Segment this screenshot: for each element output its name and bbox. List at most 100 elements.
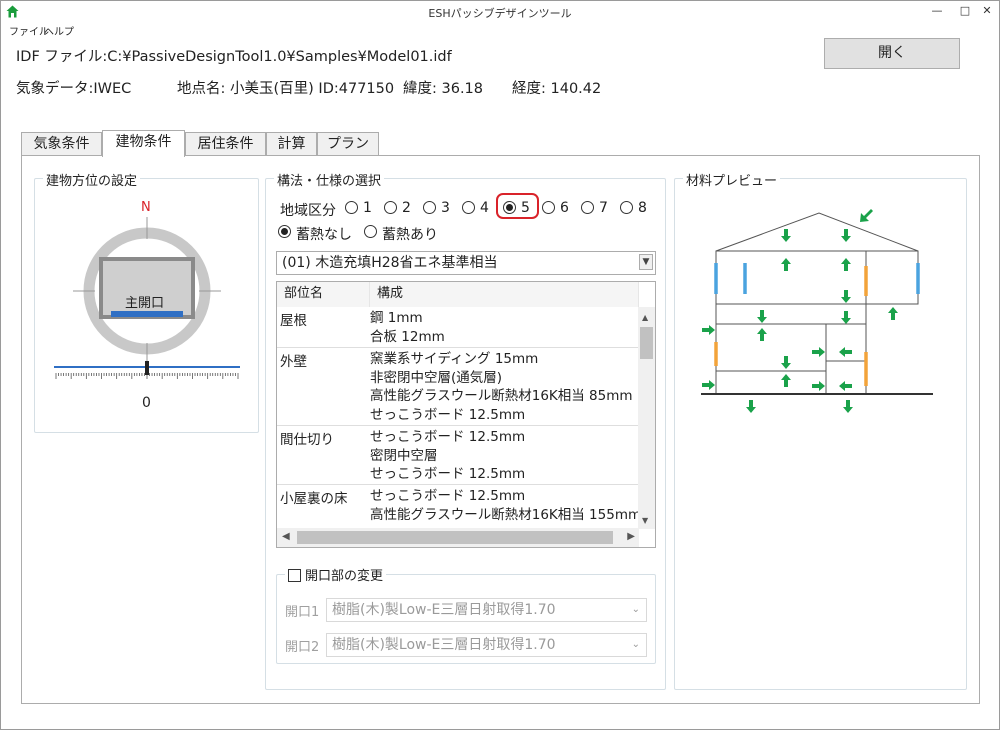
chevron-down-icon: ⌄ — [631, 639, 640, 650]
opening2-label: 開口2 — [285, 640, 320, 655]
open-button[interactable]: 開く — [824, 38, 960, 69]
opening2-select-value: 樹脂(木)製Low-E三層日射取得1.70 — [332, 637, 556, 653]
row-composition: 窯業系サイディング 15mm 非密閉中空層(通気層) 高性能グラスウール断熱材1… — [370, 350, 633, 424]
layer: 合板 12mm — [370, 328, 445, 345]
title-bar: ESHパッシブデザインツール — □ ✕ — [1, 1, 999, 23]
tab-living[interactable]: 居住条件 — [185, 132, 266, 156]
location-info: 地点名: 小美玉(百里) ID:477150 — [177, 81, 395, 97]
opening1-label: 開口1 — [285, 605, 320, 620]
layer: せっこうボード 12.5mm — [370, 466, 526, 482]
idf-file-info: IDF ファイル:C:¥PassiveDesignTool1.0¥Samples… — [16, 45, 452, 66]
layer: せっこうボード 12.5mm — [370, 406, 526, 423]
chevron-down-icon: ⌄ — [631, 604, 640, 615]
region-radio-6-label: 6 — [560, 200, 569, 216]
construction-table: 部位名 構成 屋根 鋼 1mm 合板 12mm 外壁 窯業系サイディング 15m… — [276, 281, 656, 548]
storage-yes-label: 蓄熱あり — [382, 227, 438, 243]
table-horizontal-scrollbar[interactable]: ◀ ▶ — [277, 528, 639, 547]
storage-none-radio[interactable] — [278, 225, 291, 238]
table-header-part: 部位名 — [277, 282, 370, 307]
region-radio-6[interactable] — [542, 201, 555, 214]
slider-thumb[interactable] — [145, 361, 149, 375]
scroll-up-icon[interactable]: ▲ — [642, 313, 648, 322]
spec-select-value: (01) 木造充填H28省エネ基準相当 — [282, 255, 498, 271]
weather-data-value: IWEC — [93, 81, 132, 97]
region-radio-4[interactable] — [462, 201, 475, 214]
orientation-slider[interactable] — [54, 360, 240, 380]
close-button[interactable]: ✕ — [973, 1, 1000, 21]
row-composition: せっこうボード 12.5mm 密閉中空層 せっこうボード 12.5mm — [370, 428, 525, 484]
menu-help[interactable]: ヘルプ — [44, 23, 74, 38]
latitude-info: 緯度: 36.18 — [403, 81, 484, 97]
row-part: 間仕切り — [280, 432, 334, 448]
region-radio-5-label: 5 — [521, 200, 530, 216]
window-title: ESHパッシブデザインツール — [428, 7, 572, 20]
minimize-button[interactable]: — — [923, 1, 951, 21]
region-radio-2-label: 2 — [402, 200, 411, 216]
app-window: ESHパッシブデザインツール — □ ✕ ファイル ヘルプ IDF ファイル:C… — [0, 0, 1000, 730]
idf-file-path: C:¥PassiveDesignTool1.0¥Samples¥Model01.… — [107, 49, 452, 65]
tab-weather[interactable]: 気象条件 — [21, 132, 102, 156]
table-header-composition: 構成 — [370, 282, 639, 307]
opening-change-label: 開口部の変更 — [305, 569, 384, 584]
tab-plan[interactable]: プラン — [317, 132, 379, 156]
layer: せっこうボード 12.5mm — [370, 488, 526, 504]
layer: 非密閉中空層(通気層) — [370, 369, 503, 386]
scroll-right-icon[interactable]: ▶ — [627, 531, 635, 542]
material-preview-title: 材料プレビュー — [683, 170, 781, 189]
longitude-info: 経度: 140.42 — [512, 81, 602, 97]
opening1-select-value: 樹脂(木)製Low-E三層日射取得1.70 — [332, 602, 556, 618]
tab-building[interactable]: 建物条件 — [102, 130, 185, 157]
weather-data-label: 気象データ: — [16, 81, 94, 97]
arrow-icon — [860, 209, 873, 222]
region-radio-3[interactable] — [423, 201, 436, 214]
tab-calculation[interactable]: 計算 — [266, 132, 317, 156]
row-composition: 鋼 1mm 合板 12mm — [370, 309, 445, 346]
opening1-select[interactable]: 樹脂(木)製Low-E三層日射取得1.70 ⌄ — [326, 598, 647, 622]
layer: せっこうボード 12.5mm — [370, 429, 526, 445]
table-row[interactable]: 小屋裏の床 せっこうボード 12.5mm 高性能グラスウール断熱材16K相当 1… — [277, 485, 641, 531]
table-row[interactable]: 屋根 鋼 1mm 合板 12mm — [277, 307, 639, 348]
opening2-select[interactable]: 樹脂(木)製Low-E三層日射取得1.70 ⌄ — [326, 633, 647, 657]
spec-select[interactable]: (01) 木造充填H28省エネ基準相当 ▼ — [276, 251, 656, 275]
chevron-down-icon: ▼ — [639, 254, 653, 270]
opening-change-checkbox[interactable] — [288, 569, 301, 582]
layer: 高性能グラスウール断熱材16K相当 85mm — [370, 388, 633, 404]
layer: 窯業系サイディング 15mm — [370, 351, 539, 367]
region-radio-2[interactable] — [384, 201, 397, 214]
region-radio-1-label: 1 — [363, 200, 372, 216]
layer: 高性能グラスウール断熱材16K相当 155mm — [370, 506, 642, 523]
scroll-down-icon[interactable]: ▼ — [642, 516, 648, 525]
scroll-thumb[interactable] — [640, 327, 653, 359]
opening-change-title: 開口部の変更 — [285, 565, 387, 584]
idf-file-label: IDF ファイル: — [16, 49, 108, 65]
region-radio-5[interactable] — [503, 201, 516, 214]
region-radio-3-label: 3 — [441, 200, 450, 216]
row-part: 屋根 — [280, 313, 307, 329]
orientation-group-title: 建物方位の設定 — [43, 170, 141, 189]
region-label: 地域区分 — [280, 203, 336, 219]
scroll-left-icon[interactable]: ◀ — [282, 531, 290, 542]
region-radio-1[interactable] — [345, 201, 358, 214]
table-vertical-scrollbar[interactable]: ▲ ▼ — [638, 307, 655, 529]
table-row[interactable]: 間仕切り せっこうボード 12.5mm 密閉中空層 せっこうボード 12.5mm — [277, 426, 639, 485]
table-row[interactable]: 外壁 窯業系サイディング 15mm 非密閉中空層(通気層) 高性能グラスウール断… — [277, 348, 639, 426]
region-radio-4-label: 4 — [480, 200, 489, 216]
layer: 鋼 1mm — [370, 310, 423, 326]
scroll-thumb-horizontal[interactable] — [297, 531, 613, 544]
storage-yes-radio[interactable] — [364, 225, 377, 238]
region-radio-8[interactable] — [620, 201, 633, 214]
menu-file[interactable]: ファイル — [9, 23, 49, 38]
weather-data-info: 気象データ:IWEC — [16, 77, 131, 98]
storage-none-label: 蓄熱なし — [296, 227, 352, 243]
row-composition: せっこうボード 12.5mm 高性能グラスウール断熱材16K相当 155mm — [370, 487, 641, 524]
region-radio-8-label: 8 — [638, 200, 647, 216]
main-opening-label: 主開口 — [125, 296, 165, 311]
region-radio-7-label: 7 — [599, 200, 608, 216]
orientation-angle: 0 — [142, 395, 151, 411]
construction-group-title: 構法・仕様の選択 — [274, 170, 385, 189]
row-part: 外壁 — [280, 354, 307, 370]
layer: 密閉中空層 — [370, 447, 438, 464]
house-section-diagram — [701, 209, 933, 413]
region-radio-7[interactable] — [581, 201, 594, 214]
row-part: 小屋裏の床 — [280, 491, 348, 507]
